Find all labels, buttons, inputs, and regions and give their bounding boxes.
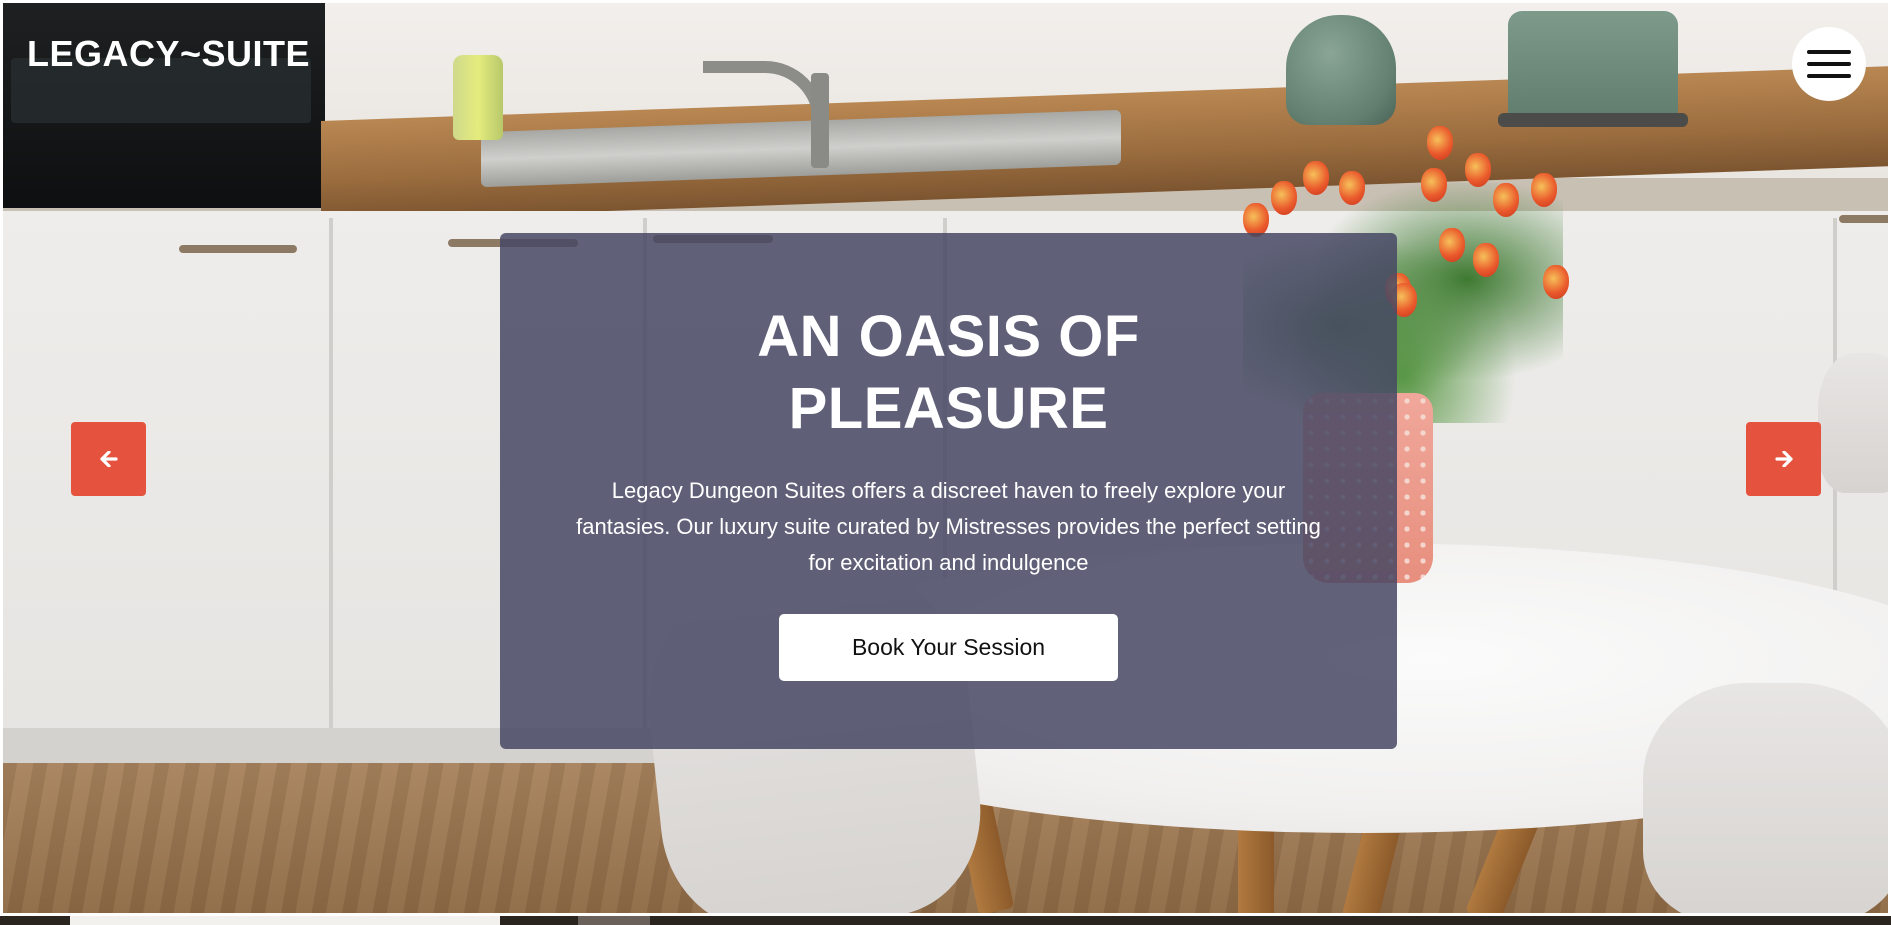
- book-session-button[interactable]: Book Your Session: [779, 614, 1118, 681]
- hero-title-line-1: AN OASIS OF: [757, 304, 1140, 369]
- arrow-right-icon: [1774, 451, 1793, 467]
- hero-content-card: AN OASIS OF PLEASURE Legacy Dungeon Suit…: [500, 233, 1397, 749]
- carousel-prev-button[interactable]: [71, 422, 146, 496]
- next-section-preview: [0, 916, 1891, 925]
- carousel-next-button[interactable]: [1746, 422, 1821, 496]
- site-logo[interactable]: LEGACY~SUITE: [27, 33, 310, 75]
- hero-title-line-2: PLEASURE: [788, 376, 1109, 441]
- hero-slider: LEGACY~SUITE AN OASIS OF PLEASURE Legacy…: [3, 3, 1888, 913]
- arrow-left-icon: [99, 451, 118, 467]
- hero-title: AN OASIS OF PLEASURE: [689, 301, 1209, 445]
- hamburger-menu-icon: [1807, 50, 1851, 78]
- hero-description: Legacy Dungeon Suites offers a discreet …: [576, 478, 1321, 575]
- hamburger-menu-button[interactable]: [1792, 27, 1866, 101]
